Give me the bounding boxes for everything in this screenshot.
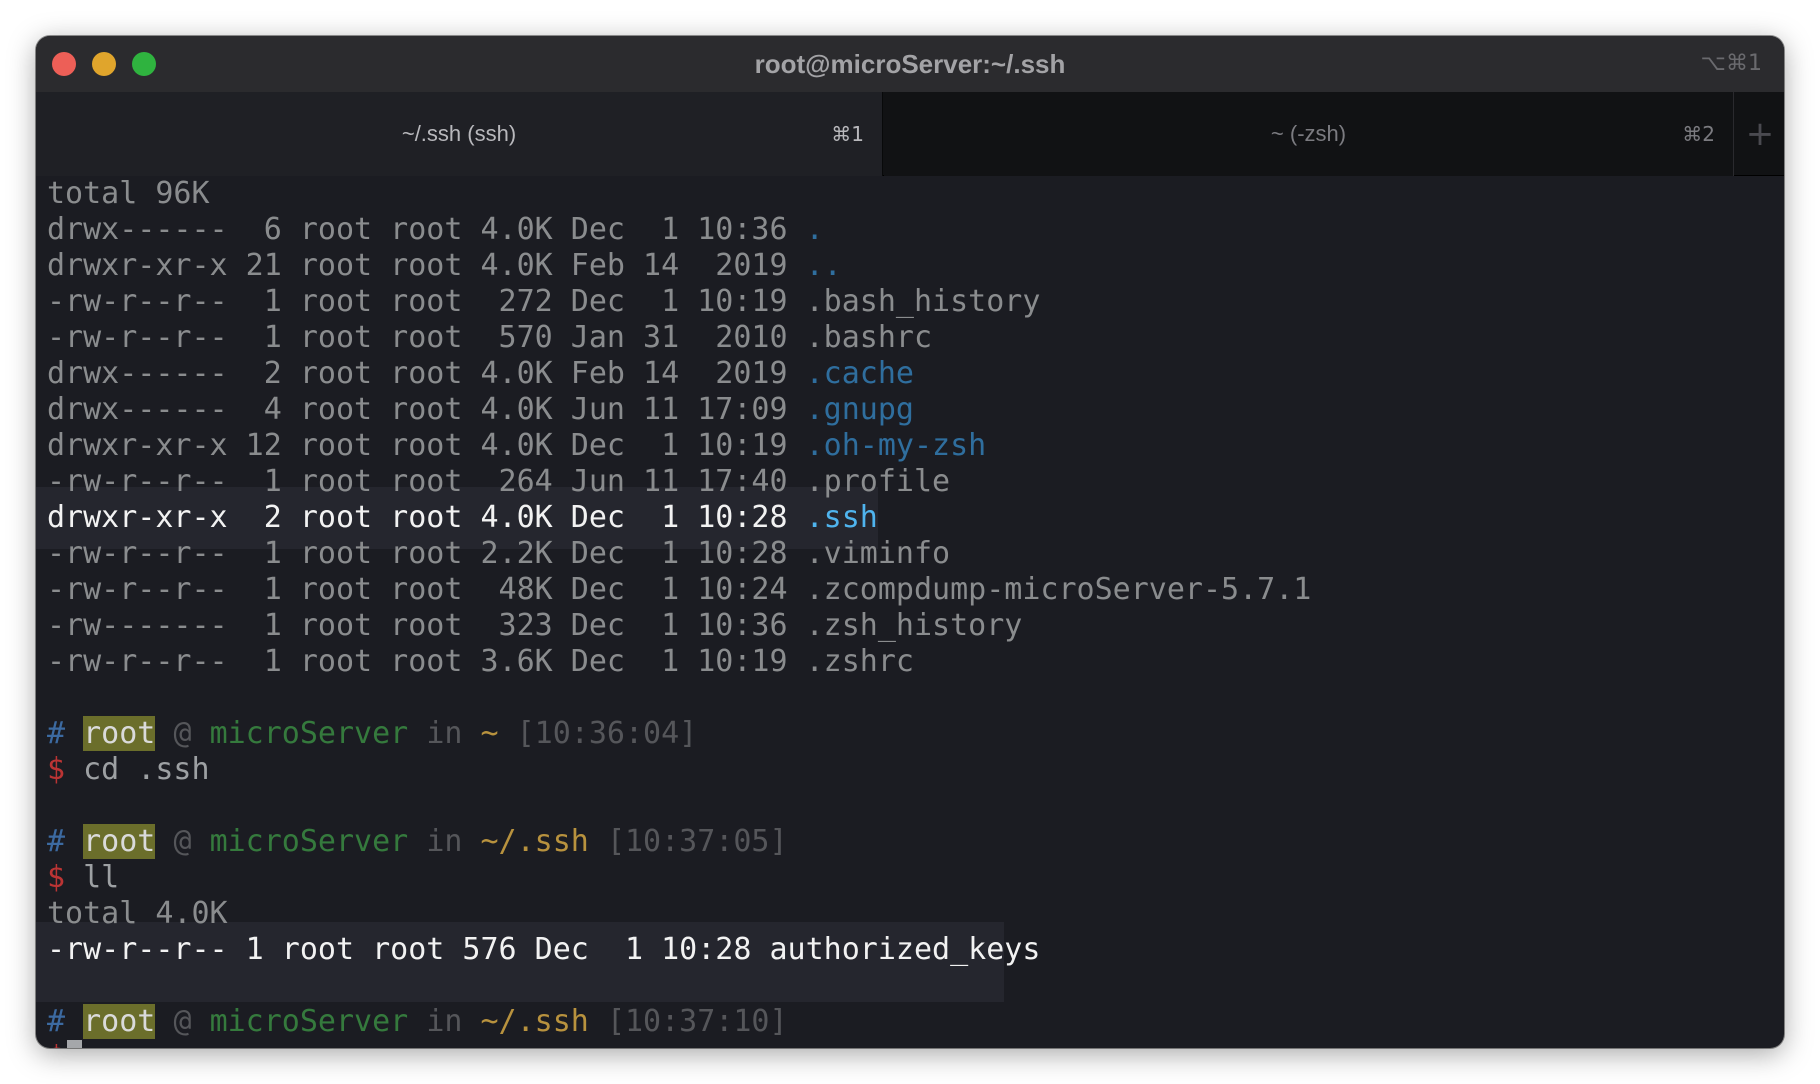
prompt-in: in [426,1004,463,1039]
listing-meta: drwx------ 2 root root 4.0K Feb 14 2019 [47,356,806,391]
file-name: .zcompdump-microServer-5.7.1 [805,572,1312,607]
prompt-host: microServer [209,716,409,751]
listing-row: drwx------ 4 root root 4.0K Jun 11 17:09… [47,392,1784,428]
file-name: .bashrc [805,320,933,355]
prompt-at: @ [173,824,192,859]
prompt-line: # root @ microServer in ~ [10:36:04] [47,716,1784,752]
file-name: .viminfo [805,536,951,571]
terminal-output[interactable]: total 96K drwx------ 6 root root 4.0K De… [36,176,1784,1048]
listing-meta: drwx------ 6 root root 4.0K Dec 1 10:36 [47,212,806,247]
prompt-time: [10:37:10] [606,1004,788,1039]
prompt-user: root [83,1004,156,1039]
command-line[interactable]: $ [47,1040,1784,1048]
file-name: .zsh_history [805,608,1023,643]
window-title: root@microServer:~/.ssh [754,49,1066,79]
listing-row: -rw-r--r-- 1 root root 3.6K Dec 1 10:19 … [47,644,1784,680]
tab-zsh[interactable]: ~ (-zsh) ⌘2 [884,92,1734,176]
tab-shortcut: ⌘1 [831,122,864,146]
listing-meta: -rw------- 1 root root 323 Dec 1 10:36 [47,608,806,643]
command-text: ll [83,860,120,895]
listing-row: drwxr-xr-x 12 root root 4.0K Dec 1 10:19… [47,428,1784,464]
listing-row: -rw-r--r-- 1 root root 48K Dec 1 10:24 .… [47,572,1784,608]
prompt-host: microServer [209,824,409,859]
listing-row: -rw-r--r-- 1 root root 264 Jun 11 17:40 … [47,464,1784,500]
window-shortcut: ⌥⌘1 [1700,51,1762,76]
prompt-host: microServer [209,1004,409,1039]
output-row: -rw-r--r-- 1 root root 576 Dec 1 10:28 a… [47,932,1041,967]
prompt-path: ~ [480,716,499,751]
prompt-at: @ [173,1004,192,1039]
terminal-window: root@microServer:~/.ssh ⌥⌘1 ~/.ssh (ssh)… [36,36,1784,1048]
directory-name: .ssh [805,500,878,535]
file-name: .zshrc [805,644,914,679]
prompt-dollar: $ [47,752,66,787]
output-total: total 4.0K [47,896,228,931]
tab-ssh[interactable]: ~/.ssh (ssh) ⌘1 [36,92,883,176]
file-name: .bash_history [805,284,1041,319]
listing-meta: -rw-r--r-- 1 root root 272 Dec 1 10:19 [47,284,806,319]
listing-row: drwxr-xr-x 2 root root 4.0K Dec 1 10:28 … [47,500,1784,536]
prompt-time: [10:36:04] [516,716,698,751]
directory-name: .gnupg [805,392,914,427]
listing-meta: drwxr-xr-x 12 root root 4.0K Dec 1 10:19 [47,428,806,463]
prompt-line: # root @ microServer in ~/.ssh [10:37:10… [47,1004,1784,1040]
prompt-path: ~/.ssh [480,1004,589,1039]
file-name: .profile [805,464,951,499]
listing-total: total 96K [47,176,210,211]
listing-meta: -rw-r--r-- 1 root root 2.2K Dec 1 10:28 [47,536,806,571]
listing-row: -rw-r--r-- 1 root root 2.2K Dec 1 10:28 … [47,536,1784,572]
listing-row: -rw-r--r-- 1 root root 272 Dec 1 10:19 .… [47,284,1784,320]
prompt-hash: # [47,716,66,751]
listing-row: -rw-r--r-- 1 root root 570 Jan 31 2010 .… [47,320,1784,356]
directory-name: . [805,212,824,247]
prompt-hash: # [47,1004,66,1039]
tab-bar: ~/.ssh (ssh) ⌘1 ~ (-zsh) ⌘2 + [36,92,1784,176]
tab-label: ~/.ssh (ssh) [401,121,517,146]
prompt-time: [10:37:05] [606,824,788,859]
listing-meta: -rw-r--r-- 1 root root 264 Jun 11 17:40 [47,464,806,499]
prompt-line: # root @ microServer in ~/.ssh [10:37:05… [47,824,1784,860]
prompt-in: in [426,716,463,751]
listing-row: drwxr-xr-x 21 root root 4.0K Feb 14 2019… [47,248,1784,284]
prompt-dollar: $ [47,1040,65,1048]
command-line: $ cd .ssh [47,752,1784,788]
listing-meta: -rw-r--r-- 1 root root 3.6K Dec 1 10:19 [47,644,806,679]
listing-meta: -rw-r--r-- 1 root root 570 Jan 31 2010 [47,320,806,355]
listing-meta: drwxr-xr-x 2 root root 4.0K Dec 1 10:28 [47,500,806,535]
tab-label: ~ (-zsh) [1270,121,1347,146]
listing-row: drwx------ 6 root root 4.0K Dec 1 10:36 … [47,212,1784,248]
prompt-dollar: $ [47,860,66,895]
command-line: $ ll [47,860,1784,896]
prompt-user: root [83,716,156,751]
prompt-user: root [83,824,156,859]
command-text: cd .ssh [83,752,210,787]
listing-meta: drwxr-xr-x 21 root root 4.0K Feb 14 2019 [47,248,806,283]
prompt-path: ~/.ssh [480,824,589,859]
directory-name: .. [805,248,842,283]
prompt-in: in [426,824,463,859]
prompt-hash: # [47,824,66,859]
title-bar: root@microServer:~/.ssh ⌥⌘1 [36,36,1784,92]
listing-row: -rw------- 1 root root 323 Dec 1 10:36 .… [47,608,1784,644]
directory-name: .oh-my-zsh [805,428,987,463]
prompt-at: @ [173,716,192,751]
directory-name: .cache [805,356,914,391]
new-tab-button[interactable]: + [1736,92,1784,176]
tab-shortcut: ⌘2 [1682,122,1715,146]
text-cursor [67,1040,83,1048]
listing-row: drwx------ 2 root root 4.0K Feb 14 2019 … [47,356,1784,392]
listing-meta: drwx------ 4 root root 4.0K Jun 11 17:09 [47,392,806,427]
listing-meta: -rw-r--r-- 1 root root 48K Dec 1 10:24 [47,572,806,607]
